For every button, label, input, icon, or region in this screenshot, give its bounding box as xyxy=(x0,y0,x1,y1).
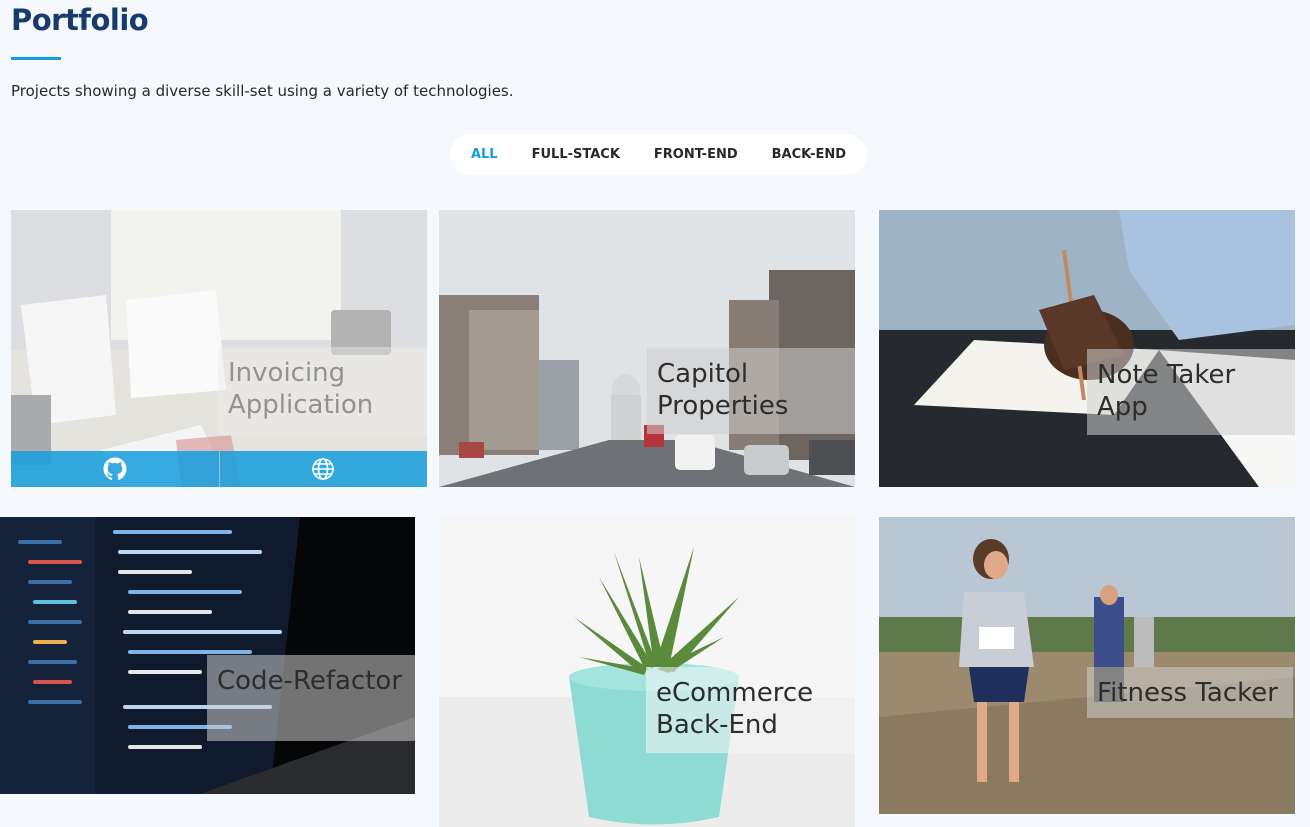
project-card-note-taker[interactable]: Note Taker App xyxy=(879,210,1295,487)
project-card-code-refactor[interactable]: Code-Refactor xyxy=(0,517,415,794)
project-title-note-taker: Note Taker App xyxy=(1087,349,1295,435)
project-title-fitness: Fitness Tacker xyxy=(1087,667,1293,718)
project-card-capitol[interactable]: Capitol Properties xyxy=(439,210,855,487)
project-links-invoicing xyxy=(11,451,427,487)
project-card-ecommerce[interactable]: eCommerce Back-End xyxy=(439,517,855,827)
filter-back-end[interactable]: BACK-END xyxy=(772,147,846,162)
project-card-invoicing[interactable]: Invoicing Application xyxy=(11,210,427,487)
portfolio-filters: ALL FULL-STACK FRONT-END BACK-END xyxy=(450,134,867,175)
project-title-code-refactor: Code-Refactor xyxy=(207,655,415,741)
project-image-fitness xyxy=(879,517,1295,814)
website-link-button[interactable] xyxy=(219,451,427,487)
filter-all[interactable]: ALL xyxy=(471,147,498,162)
github-icon xyxy=(103,457,127,480)
page-title: Portfolio xyxy=(11,3,149,37)
portfolio-page: Portfolio Projects showing a diverse ski… xyxy=(0,0,1310,827)
filter-front-end[interactable]: FRONT-END xyxy=(654,147,738,162)
project-card-fitness[interactable]: Fitness Tacker xyxy=(879,517,1295,814)
globe-icon xyxy=(312,458,335,480)
filter-full-stack[interactable]: FULL-STACK xyxy=(532,147,620,162)
title-underline xyxy=(11,57,61,60)
project-title-ecommerce: eCommerce Back-End xyxy=(646,667,855,753)
project-title-invoicing: Invoicing Application xyxy=(218,347,427,436)
project-title-capitol: Capitol Properties xyxy=(647,348,855,434)
section-description: Projects showing a diverse skill-set usi… xyxy=(11,82,514,100)
github-link-button[interactable] xyxy=(11,451,220,487)
